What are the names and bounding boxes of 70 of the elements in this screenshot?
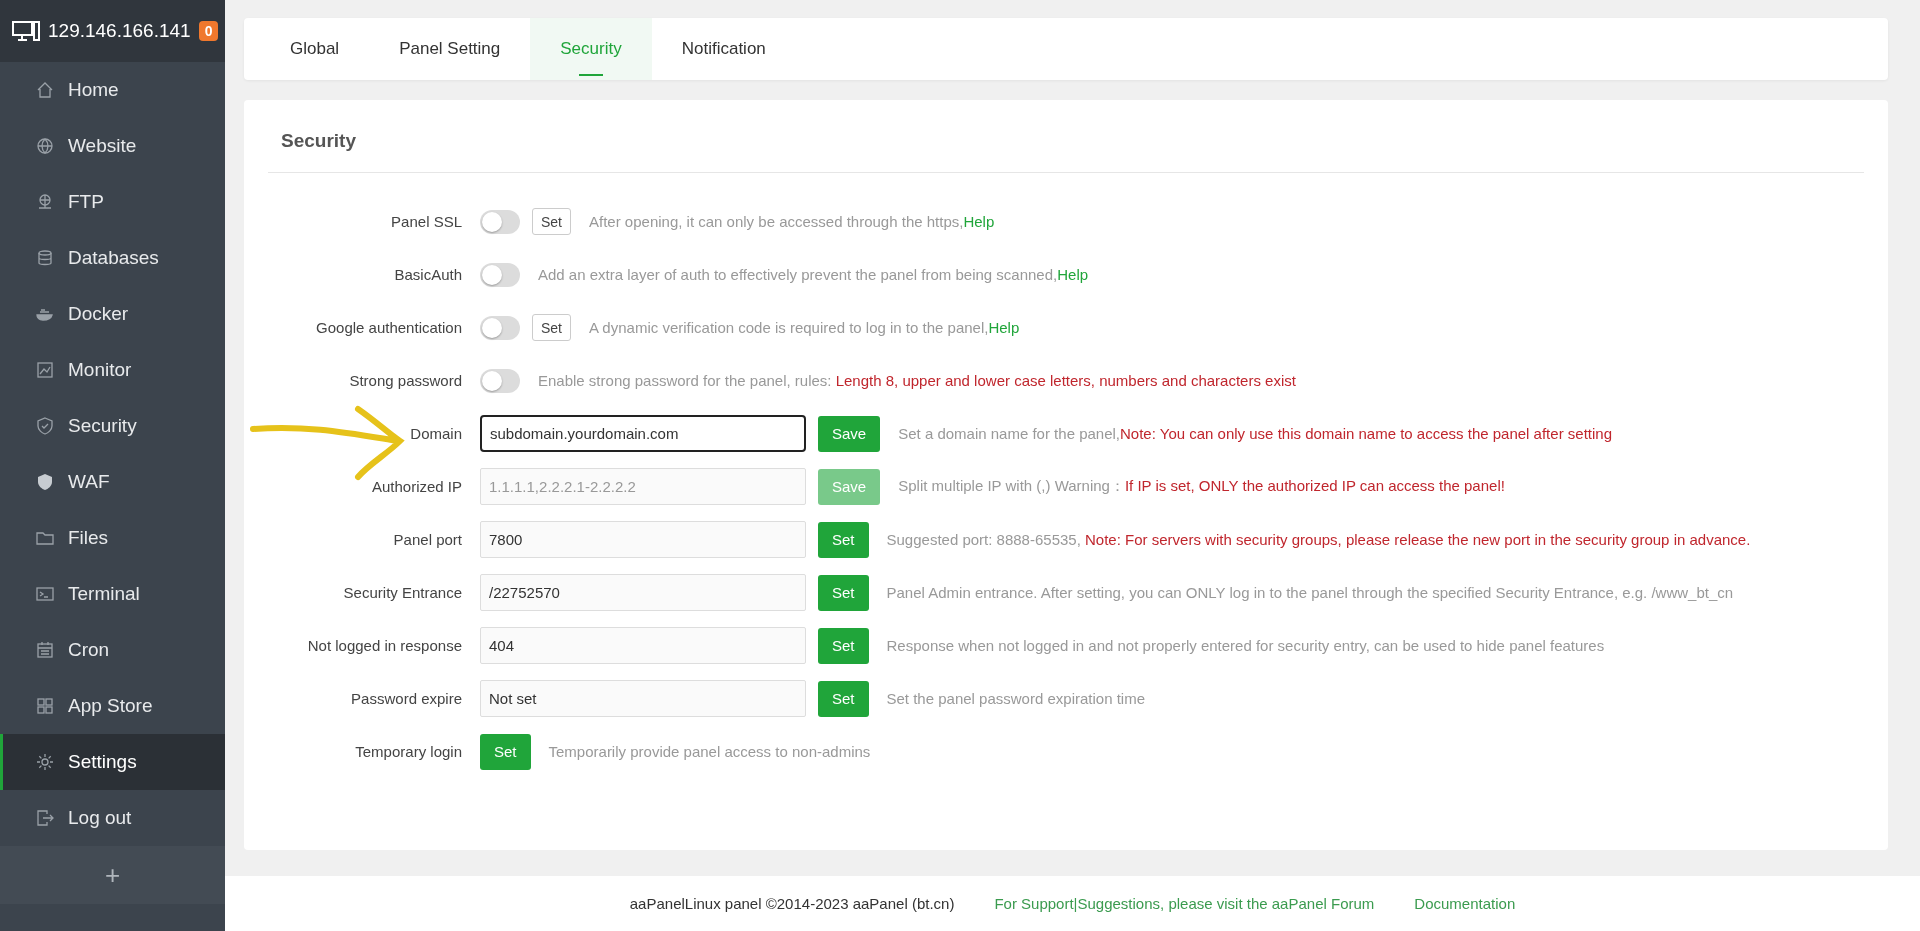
field-label: Temporary login bbox=[355, 743, 462, 760]
toggle-switch[interactable] bbox=[480, 315, 520, 340]
field-label: BasicAuth bbox=[394, 266, 462, 283]
database-icon bbox=[36, 249, 54, 267]
sidebar-item[interactable]: Settings bbox=[0, 734, 225, 790]
set-button[interactable]: Set bbox=[532, 314, 571, 341]
description-text: Set a domain name for the panel,Note: You can only use this domain name to access the panel after setting bbox=[898, 425, 1612, 442]
field-label: Not logged in response bbox=[307, 637, 462, 654]
sidebar-item[interactable]: Log out bbox=[0, 790, 225, 846]
input-field[interactable]: 1.1.1.1,2.2.2.1-2.2.2.2 bbox=[480, 468, 806, 505]
input-field[interactable]: /22752570 bbox=[480, 574, 806, 611]
toggle-switch[interactable] bbox=[480, 262, 520, 287]
sidebar-item[interactable]: WAF bbox=[0, 454, 225, 510]
folder-icon bbox=[36, 529, 54, 547]
field-label: Strong password bbox=[349, 372, 462, 389]
network-icon bbox=[36, 193, 54, 211]
description-text: A dynamic verification code is required to log in to the panel,Help bbox=[589, 319, 1020, 336]
toggle-switch[interactable] bbox=[480, 368, 520, 393]
field-label: Google authentication bbox=[316, 319, 462, 336]
description-text: Split multiple IP with (,) Warning：If IP is set, ONLY the authorized IP can access the panel! bbox=[898, 477, 1505, 496]
description-text: Panel Admin entrance. After setting, you can ONLY log in to the panel through the specified Security Entrance, e.g. /www_bt_cn bbox=[886, 584, 1734, 601]
sidebar-item[interactable]: Terminal bbox=[0, 566, 225, 622]
input-field[interactable]: 7800 bbox=[480, 521, 806, 558]
globe-icon bbox=[36, 137, 54, 155]
sidebar-item[interactable]: Cron bbox=[0, 622, 225, 678]
field-label: Panel SSL bbox=[391, 213, 462, 230]
sidebar-item[interactable]: Files bbox=[0, 510, 225, 566]
field-label: Authorized IP bbox=[371, 478, 462, 495]
set-button[interactable]: Set bbox=[532, 208, 571, 235]
grid-icon bbox=[36, 697, 54, 715]
copyright-text: aaPanelLinux panel ©2014-2023 aaPanel (bt.cn) bbox=[629, 895, 955, 912]
field-label: Domain bbox=[410, 425, 462, 442]
add-button[interactable]: + bbox=[104, 859, 121, 891]
footer-link[interactable]: Documentation bbox=[1414, 895, 1516, 912]
field-label: Panel port bbox=[393, 531, 462, 548]
description-text: After opening, it can only be accessed through the https,Help bbox=[589, 213, 995, 230]
terminal-icon bbox=[36, 585, 54, 603]
sidebar-item[interactable]: Website bbox=[0, 118, 225, 174]
input-field[interactable]: Not set bbox=[480, 680, 806, 717]
sidebar-item[interactable]: Databases bbox=[0, 230, 225, 286]
sidebar-item[interactable]: Monitor bbox=[0, 342, 225, 398]
computer-icon bbox=[12, 20, 40, 42]
description-text: Set the panel password expiration time bbox=[886, 690, 1145, 707]
toggle-switch[interactable] bbox=[480, 209, 520, 234]
logout-icon bbox=[36, 809, 54, 827]
monitor-chart-icon bbox=[36, 361, 54, 379]
input-field[interactable]: subdomain.yourdomain.com bbox=[480, 415, 806, 452]
server-address: 129.146.166.141 bbox=[48, 20, 191, 42]
home-icon bbox=[36, 81, 54, 99]
tab[interactable]: Notification bbox=[651, 18, 796, 80]
sidebar-item[interactable]: Security bbox=[0, 398, 225, 454]
description-text: Suggested port: 8888-65535, Note: For servers with security groups, please release the new port in the security group in advance. bbox=[886, 531, 1751, 548]
tab[interactable]: Panel Setting bbox=[369, 18, 531, 80]
footer-link[interactable]: For Support|Suggestions, please visit the aaPanel Forum bbox=[994, 895, 1375, 912]
sidebar-item[interactable]: App Store bbox=[0, 678, 225, 734]
description-text: Enable strong password for the panel, rules: Length 8, upper and lower case letters, numbers and characters exist bbox=[538, 372, 1296, 389]
shield-icon bbox=[36, 417, 54, 435]
field-label: Password expire bbox=[351, 690, 462, 707]
sidebar-item[interactable]: FTP bbox=[0, 174, 225, 230]
input-field[interactable]: 404 bbox=[480, 627, 806, 664]
description-text: Temporarily provide panel access to non-admins bbox=[548, 743, 871, 760]
section-title: Security bbox=[268, 130, 1864, 173]
calendar-icon bbox=[36, 641, 54, 659]
shield-icon bbox=[36, 473, 54, 491]
description-text: Response when not logged in and not properly entered for security entry, can be used to hide panel features bbox=[886, 637, 1605, 654]
sidebar-item[interactable]: Home bbox=[0, 62, 225, 118]
sidebar-item[interactable]: Docker bbox=[0, 286, 225, 342]
field-label: Security Entrance bbox=[343, 584, 462, 601]
description-text: Add an extra layer of auth to effectively prevent the panel from being scanned,Help bbox=[538, 266, 1089, 283]
tab[interactable]: Global bbox=[260, 18, 370, 80]
